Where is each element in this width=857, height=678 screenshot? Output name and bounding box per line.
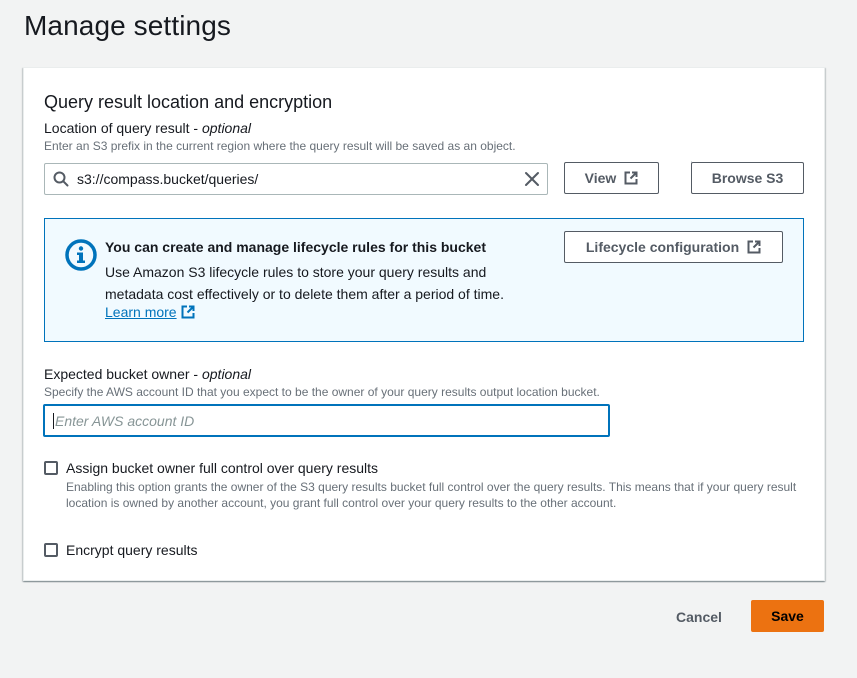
external-link-icon (624, 171, 638, 185)
section-title: Query result location and encryption (44, 92, 333, 112)
aws-account-id-input[interactable]: Enter AWS account ID (43, 404, 610, 437)
info-text: Use Amazon S3 lifecycle rules to store y… (105, 264, 504, 302)
external-link-icon (747, 240, 761, 254)
location-input-value[interactable]: s3://compass.bucket/queries/ (77, 171, 517, 187)
cancel-button[interactable]: Cancel (662, 601, 736, 632)
save-button[interactable]: Save (751, 600, 824, 632)
full-control-label[interactable]: Assign bucket owner full control over qu… (66, 460, 378, 476)
settings-panel: Query result location and encryption Loc… (23, 67, 825, 581)
full-control-description: Enabling this option grants the owner of… (66, 480, 797, 510)
info-icon (65, 239, 97, 271)
owner-description: Specify the AWS account ID that you expe… (44, 385, 600, 399)
encrypt-label[interactable]: Encrypt query results (66, 542, 198, 558)
location-label: Location of query result - optional (44, 120, 252, 136)
external-link-icon (181, 305, 195, 319)
owner-label: Expected bucket owner - optional (44, 366, 252, 382)
browse-s3-button[interactable]: Browse S3 (691, 162, 804, 194)
text-caret (53, 412, 54, 429)
lifecycle-configuration-button[interactable]: Lifecycle configuration (564, 231, 783, 263)
full-control-checkbox[interactable] (44, 461, 58, 475)
search-icon (45, 171, 77, 187)
clear-icon[interactable] (517, 171, 547, 187)
location-input[interactable]: s3://compass.bucket/queries/ (44, 163, 548, 195)
info-heading: You can create and manage lifecycle rule… (105, 239, 486, 255)
aws-account-id-placeholder: Enter AWS account ID (55, 412, 195, 429)
location-description: Enter an S3 prefix in the current region… (44, 139, 516, 153)
lifecycle-info-alert: You can create and manage lifecycle rule… (44, 218, 804, 342)
learn-more-link[interactable]: Learn more (105, 304, 195, 320)
encrypt-checkbox[interactable] (44, 543, 58, 557)
view-button[interactable]: View (564, 162, 659, 194)
page-title: Manage settings (24, 10, 231, 41)
